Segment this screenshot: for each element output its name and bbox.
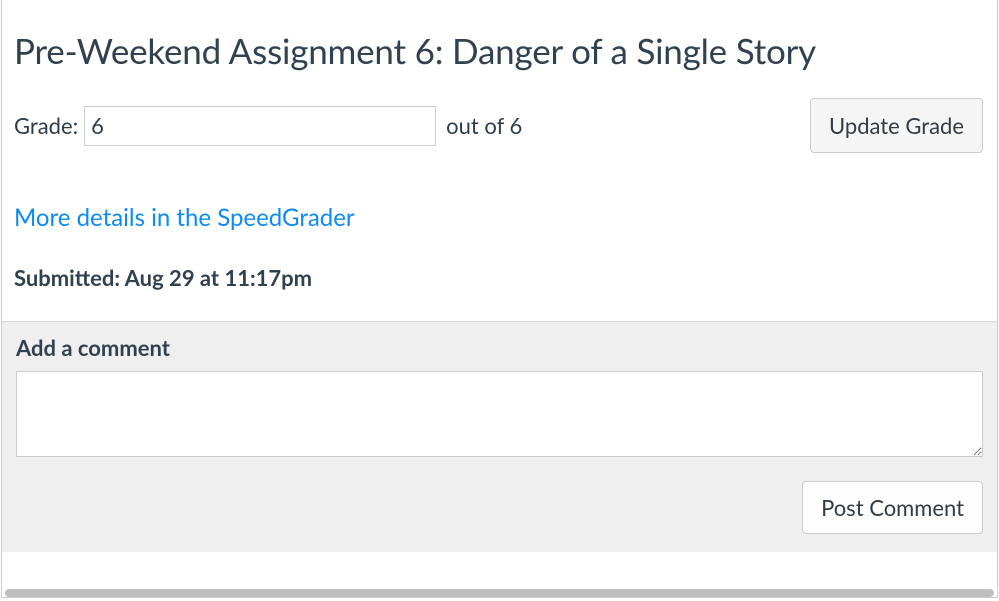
grade-input[interactable] — [84, 106, 436, 146]
grade-out-of: out of 6 — [446, 112, 522, 139]
post-comment-row: Post Comment — [16, 481, 983, 534]
post-comment-button[interactable]: Post Comment — [802, 481, 983, 534]
grade-label: Grade: — [14, 112, 78, 139]
horizontal-scrollbar[interactable] — [5, 589, 994, 597]
grade-row: Grade: out of 6 Update Grade — [14, 98, 985, 153]
scrollbar-thumb[interactable] — [5, 589, 994, 597]
update-grade-button[interactable]: Update Grade — [810, 98, 983, 153]
main-section: Pre-Weekend Assignment 6: Danger of a Si… — [2, 0, 997, 291]
speedgrader-link[interactable]: More details in the SpeedGrader — [14, 203, 355, 232]
grade-panel: Pre-Weekend Assignment 6: Danger of a Si… — [1, 0, 998, 598]
comment-section: Add a comment Post Comment — [2, 321, 997, 552]
submitted-timestamp: Submitted: Aug 29 at 11:17pm — [14, 264, 985, 291]
comment-textarea[interactable] — [16, 371, 983, 457]
assignment-title: Pre-Weekend Assignment 6: Danger of a Si… — [14, 30, 985, 72]
comment-label: Add a comment — [16, 334, 983, 361]
